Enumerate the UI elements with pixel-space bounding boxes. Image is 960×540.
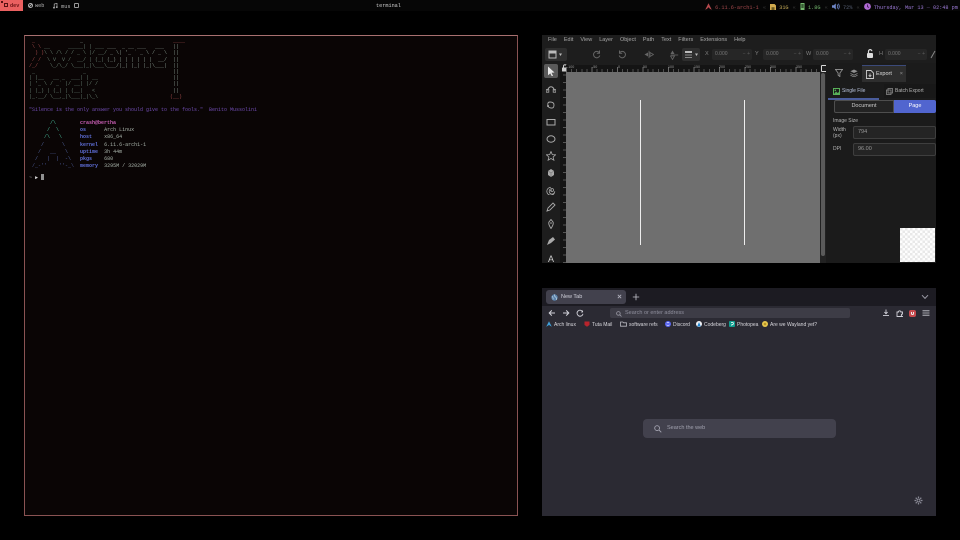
svg-text:A: A [548, 254, 554, 263]
